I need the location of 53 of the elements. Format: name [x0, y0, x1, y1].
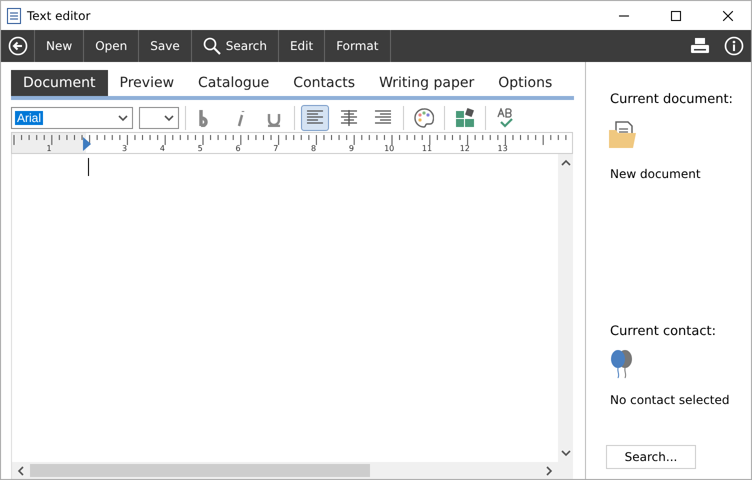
toolbar-button[interactable]: Open [84, 30, 140, 62]
section-heading: Current document: [610, 92, 734, 107]
balloons-icon [608, 349, 634, 379]
ruler-number: 7 [273, 144, 278, 153]
document-name: New document [610, 167, 702, 181]
ruler-number: 12 [460, 144, 470, 153]
caret-icon[interactable] [118, 113, 128, 123]
search-icon [202, 37, 221, 55]
info-icon [724, 36, 744, 56]
tab[interactable]: Document [11, 70, 108, 96]
caret-icon[interactable] [164, 113, 174, 123]
tab[interactable]: Preview [108, 70, 186, 96]
toolbar-button[interactable]: Format [325, 30, 390, 62]
tab[interactable]: Writing paper [367, 70, 486, 96]
ruler-number: 6 [235, 144, 241, 153]
tab[interactable]: Options [486, 70, 564, 96]
scroll-right-icon[interactable] [544, 466, 554, 476]
section-heading: Current contact: [610, 324, 717, 339]
ruler-number: 10 [384, 144, 394, 153]
ruler-number: 11 [422, 144, 432, 153]
align-right-icon [374, 110, 392, 126]
scroll-up-icon[interactable] [560, 158, 570, 168]
window-title: Text editor [27, 8, 92, 22]
ruler-number: 3 [122, 144, 128, 153]
ruler-number: 9 [348, 144, 354, 153]
tab[interactable]: Catalogue [186, 70, 282, 96]
vertical-scrollbar[interactable] [558, 154, 573, 462]
toolbar-button[interactable]: New [35, 30, 84, 62]
document-folder-icon [608, 121, 638, 149]
ruler-number: 8 [311, 144, 316, 153]
horizontal-scrollbar[interactable] [12, 462, 558, 479]
align-left-icon [306, 110, 324, 126]
ruler-number: 4 [160, 144, 165, 153]
contact-search-button[interactable]: Search... [606, 445, 696, 469]
ruler-number: 1 [46, 144, 52, 153]
tab[interactable]: Contacts [281, 70, 368, 96]
toolbar-button[interactable]: Save [139, 30, 192, 62]
contact-status: No contact selected [610, 393, 731, 407]
search-button[interactable]: Search [192, 30, 279, 62]
close-icon [723, 10, 733, 20]
align-left-button[interactable] [301, 105, 329, 131]
ruler-number: 5 [198, 144, 203, 153]
align-center-icon [340, 110, 358, 126]
font-size-dropdown[interactable] [139, 107, 179, 129]
printer-icon [691, 38, 709, 54]
ruler-number: 13 [498, 144, 508, 153]
document-icon [7, 8, 21, 24]
toolbar-button[interactable]: Edit [278, 30, 326, 62]
scroll-left-icon[interactable] [16, 466, 26, 476]
scroll-down-icon[interactable] [560, 448, 570, 458]
font-dropdown[interactable]: Arial [11, 107, 133, 129]
indent-marker-icon[interactable] [83, 137, 91, 151]
maximize-icon [671, 10, 681, 20]
